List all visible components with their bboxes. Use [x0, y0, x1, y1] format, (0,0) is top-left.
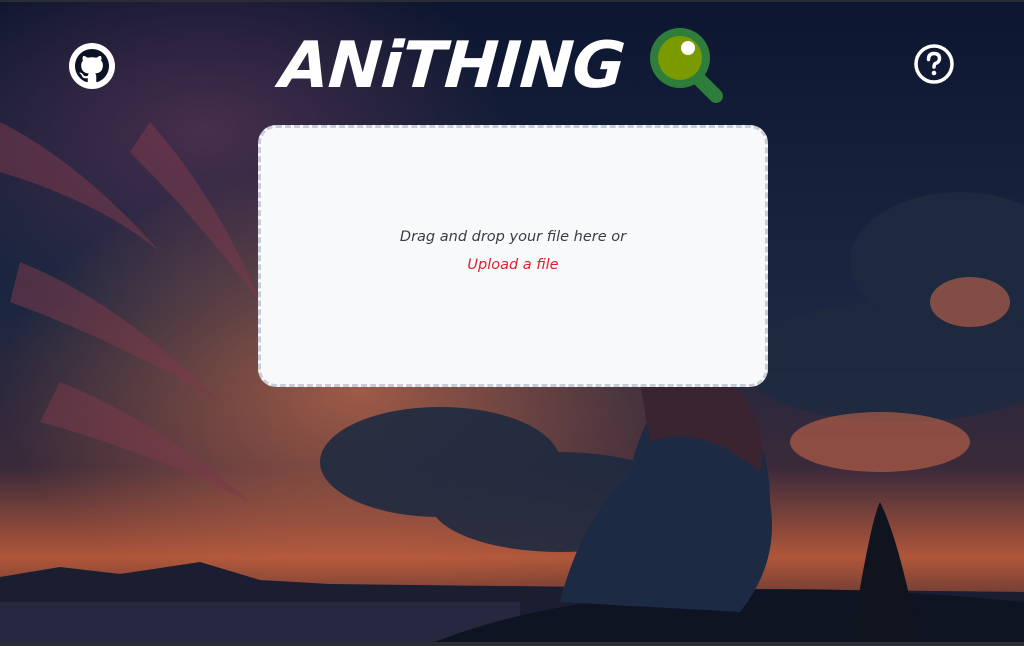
magnifier-icon [650, 28, 723, 103]
help-button[interactable] [913, 43, 955, 85]
app-logo: ANiTHING [277, 24, 740, 108]
logo-text: ANiTHING [277, 29, 627, 103]
dropzone-instruction: Drag and drop your file here or [399, 229, 627, 245]
app-root: ANiTHING Drag and drop your file here or… [0, 0, 1024, 646]
upload-file-link[interactable]: Upload a file [467, 257, 558, 273]
github-icon [75, 49, 109, 83]
question-circle-icon [914, 44, 954, 84]
github-button[interactable] [69, 43, 115, 89]
file-dropzone[interactable]: Drag and drop your file here or Upload a… [258, 125, 768, 387]
bottom-border [0, 642, 1024, 646]
